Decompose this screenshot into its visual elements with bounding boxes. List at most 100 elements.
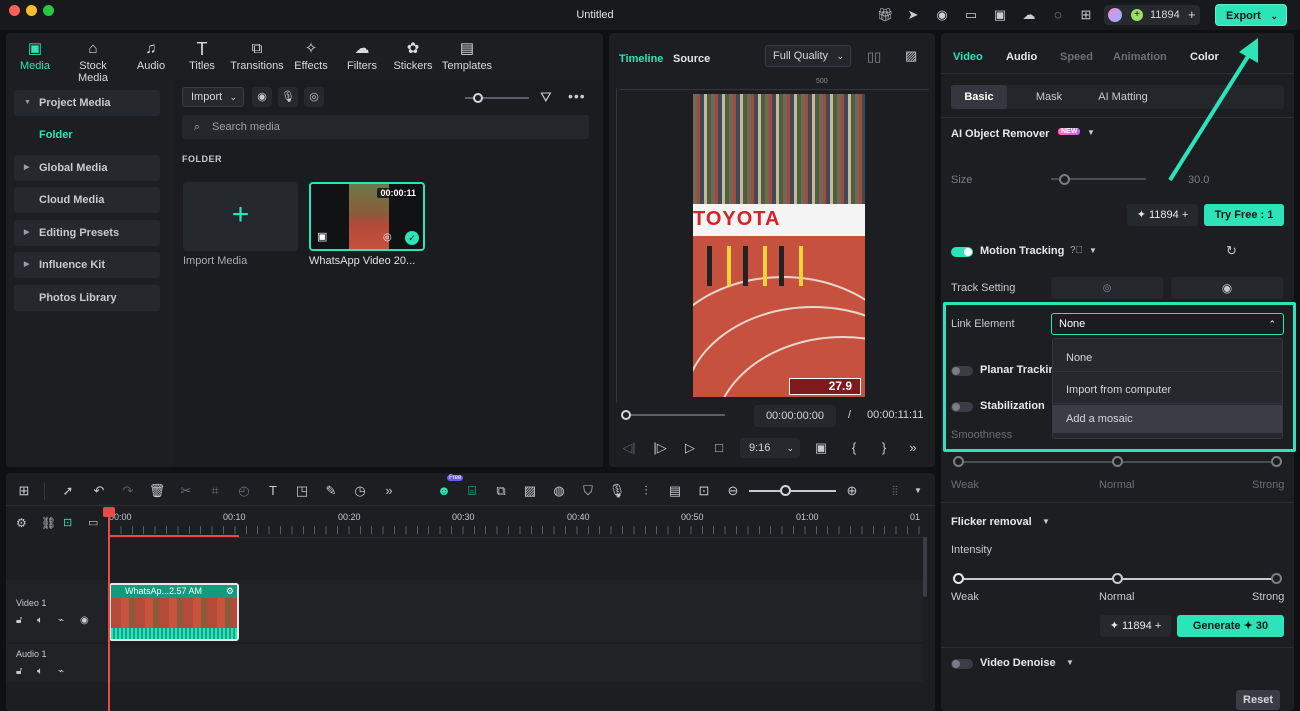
tab-animation[interactable]: Animation	[1113, 51, 1167, 63]
option-add-a-mosaic[interactable]: Add a mosaic	[1053, 405, 1282, 433]
track-mode-button[interactable]: ⊚	[1051, 277, 1163, 299]
mute-effects-icon[interactable]: ⌁	[58, 666, 64, 677]
eye-icon[interactable]: ◉	[80, 615, 89, 626]
stop-icon[interactable]: □	[709, 438, 729, 458]
sidebar-item-cloud-media[interactable]: Cloud Media	[14, 187, 160, 213]
timeline-zoom-slider[interactable]	[749, 490, 836, 492]
audio-mixer-icon[interactable]: ⫶	[637, 482, 655, 500]
avatar[interactable]	[1108, 8, 1122, 22]
mark-out-icon[interactable]: }	[874, 438, 894, 458]
crop-icon[interactable]: ⌗	[206, 482, 224, 500]
sidebar-item-project-media[interactable]: ▼ Project Media	[14, 90, 160, 116]
caret-down-icon[interactable]: ▼	[914, 486, 922, 495]
settings-icon[interactable]: ⚙	[16, 516, 27, 530]
chevron-up-icon[interactable]: ⌃	[1268, 314, 1276, 334]
microphone-icon[interactable]: 🎙︎	[608, 482, 626, 500]
columns-icon[interactable]: ⦙⦙	[886, 482, 904, 500]
speed-icon[interactable]: ◴	[235, 482, 253, 500]
option-none[interactable]: None	[1053, 344, 1282, 372]
timer-icon[interactable]: ◷	[351, 482, 369, 500]
caption-icon[interactable]: ▭	[88, 516, 98, 529]
layout-grid-icon[interactable]: ⊞	[15, 482, 33, 500]
replace-icon[interactable]: ⧉	[492, 482, 510, 500]
export-button[interactable]: Export ⌄	[1215, 4, 1287, 26]
import-media-tile[interactable]: +	[183, 182, 298, 251]
quality-select[interactable]: Full Quality ⌄	[765, 45, 851, 67]
support-icon[interactable]: ◌	[1050, 7, 1066, 23]
text-icon[interactable]: T	[264, 482, 282, 500]
scrubber-knob[interactable]	[621, 410, 631, 420]
sidebar-item-influence-kit[interactable]: ▶ Influence Kit	[14, 252, 160, 278]
cloud-icon[interactable]: ☁	[1021, 7, 1037, 23]
compare-view-icon[interactable]: ▯▯	[867, 49, 881, 65]
playhead[interactable]	[108, 511, 110, 711]
voice-icon[interactable]: ◎	[304, 87, 324, 107]
credits-badge[interactable]: + 11894 +	[1104, 5, 1200, 25]
timeline-scrollbar[interactable]	[923, 537, 927, 597]
smoothness-knob-normal[interactable]	[1112, 456, 1123, 467]
more-options-icon[interactable]: •••	[568, 88, 586, 104]
current-time[interactable]: 00:00:00:00	[754, 405, 836, 427]
option-import-from-computer[interactable]: Import from computer	[1053, 376, 1282, 404]
community-icon[interactable]: ◉	[934, 7, 950, 23]
shape-icon[interactable]: ◳	[293, 482, 311, 500]
redo-icon[interactable]: ↷	[119, 482, 137, 500]
video-preview[interactable]: TOYOTA 27.9	[693, 94, 865, 397]
layout-icon[interactable]: ▭	[963, 7, 979, 23]
intensity-knob-weak[interactable]	[953, 573, 964, 584]
volume-icon[interactable]: 🔈︎	[37, 666, 43, 677]
tool-media[interactable]: ▣ Media	[6, 39, 64, 72]
caret-down-icon[interactable]: ▼	[1042, 517, 1050, 526]
credits-button-generate[interactable]: ✦ 11894 +	[1100, 615, 1171, 637]
tool-transitions[interactable]: ⧉ Transitions	[227, 39, 287, 72]
intensity-knob-strong[interactable]	[1271, 573, 1282, 584]
link-icon[interactable]: ⛓	[41, 516, 56, 530]
sidebar-item-editing-presets[interactable]: ▶ Editing Presets	[14, 220, 160, 246]
auto-reframe-icon[interactable]: ◍	[550, 482, 568, 500]
snapshot-marker-icon[interactable]: ▣	[811, 438, 831, 458]
mark-in-icon[interactable]: {	[844, 438, 864, 458]
generate-button[interactable]: Generate ✦ 30	[1177, 615, 1284, 637]
snapshot-icon[interactable]: ▨	[905, 48, 917, 64]
close-window-button[interactable]	[9, 5, 20, 16]
sidebar-item-folder[interactable]: Folder	[39, 129, 73, 141]
gift-icon[interactable]: 🎁︎	[877, 7, 894, 23]
delete-icon[interactable]: 🗑︎	[148, 482, 166, 500]
more-tools-icon[interactable]: »	[380, 482, 398, 500]
save-icon[interactable]: ▣	[992, 7, 1008, 23]
aspect-ratio-select[interactable]: 9:16 ⌄	[740, 438, 800, 458]
tool-audio[interactable]: ♫ Audio	[122, 39, 180, 72]
minimize-window-button[interactable]	[26, 5, 37, 16]
chevron-down-icon[interactable]: ⌄	[229, 88, 237, 106]
send-icon[interactable]: ➤	[905, 7, 921, 23]
play-icon[interactable]: ▷	[680, 438, 700, 458]
import-button[interactable]: Import ⌄	[182, 87, 244, 107]
previous-frame-icon[interactable]: ◁|	[619, 438, 639, 458]
zoom-in-icon[interactable]: ⊕	[843, 482, 861, 500]
smoothness-knob-weak[interactable]	[953, 456, 964, 467]
record-icon[interactable]: ◉	[252, 87, 272, 107]
caret-down-icon[interactable]: ▼	[1066, 658, 1074, 667]
search-input[interactable]: ⌕ Search media	[182, 115, 589, 139]
subtab-mask[interactable]: Mask	[1021, 85, 1077, 109]
lock-icon[interactable]: 🔓︎	[16, 666, 22, 677]
reset-icon[interactable]: ↻	[1226, 243, 1237, 259]
more-controls-icon[interactable]: »	[903, 438, 923, 458]
ai-robot-icon[interactable]: ☻	[435, 482, 453, 500]
tab-source[interactable]: Source	[673, 53, 710, 65]
help-icon[interactable]: ?⃝	[1070, 245, 1083, 256]
chevron-down-icon[interactable]: ⌄	[1270, 5, 1278, 27]
subtab-basic[interactable]: Basic	[951, 85, 1007, 109]
split-icon[interactable]: ⌸	[463, 482, 481, 500]
clip-settings-icon[interactable]: ⚙	[226, 586, 234, 597]
try-free-button[interactable]: Try Free : 1	[1204, 204, 1284, 226]
image-icon[interactable]: ▨	[521, 482, 539, 500]
undo-icon[interactable]: ↶	[90, 482, 108, 500]
timeline-zoom-knob[interactable]	[780, 485, 791, 496]
link-element-select[interactable]: None ⌃	[1051, 313, 1284, 335]
tab-audio[interactable]: Audio	[1006, 51, 1037, 63]
video-clip[interactable]: WhatsAp...2.57 AM ⚙	[109, 583, 239, 641]
chevron-down-icon[interactable]: ⌄	[786, 438, 794, 458]
tab-video[interactable]: Video	[953, 51, 983, 63]
chevron-down-icon[interactable]: ⌄	[836, 46, 844, 66]
